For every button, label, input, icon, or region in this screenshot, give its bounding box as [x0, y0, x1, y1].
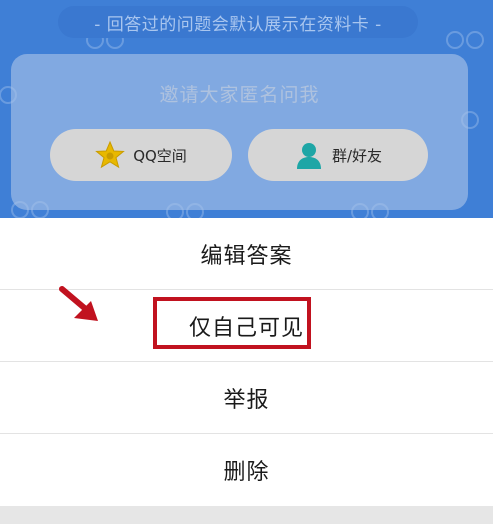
- report-option[interactable]: 举报: [0, 362, 493, 433]
- notice-text: - 回答过的问题会默认展示在资料卡 -: [94, 14, 382, 35]
- star-icon: [95, 140, 126, 170]
- bottom-strip: [0, 506, 493, 524]
- notice-banner: - 回答过的问题会默认展示在资料卡 -: [58, 6, 418, 38]
- group-friend-share-label: 群/好友: [331, 146, 383, 165]
- profile-card-area: - 回答过的问题会默认展示在资料卡 - 邀请大家匿名问我 QQ空间 群/好友: [0, 0, 493, 218]
- qzone-share-label: QQ空间: [133, 146, 187, 165]
- delete-option[interactable]: 删除: [0, 434, 493, 505]
- edit-answer-option[interactable]: 编辑答案: [0, 218, 493, 289]
- invite-title: 邀请大家匿名问我: [159, 84, 320, 106]
- highlight-box: [153, 297, 311, 349]
- pointer-arrow-icon: [59, 286, 98, 321]
- group-friend-share-button[interactable]: 群/好友: [248, 129, 428, 181]
- action-sheet: 编辑答案 仅自己可见 举报 删除: [0, 218, 493, 506]
- qzone-share-button[interactable]: QQ空间: [50, 129, 232, 181]
- person-icon: [294, 140, 324, 170]
